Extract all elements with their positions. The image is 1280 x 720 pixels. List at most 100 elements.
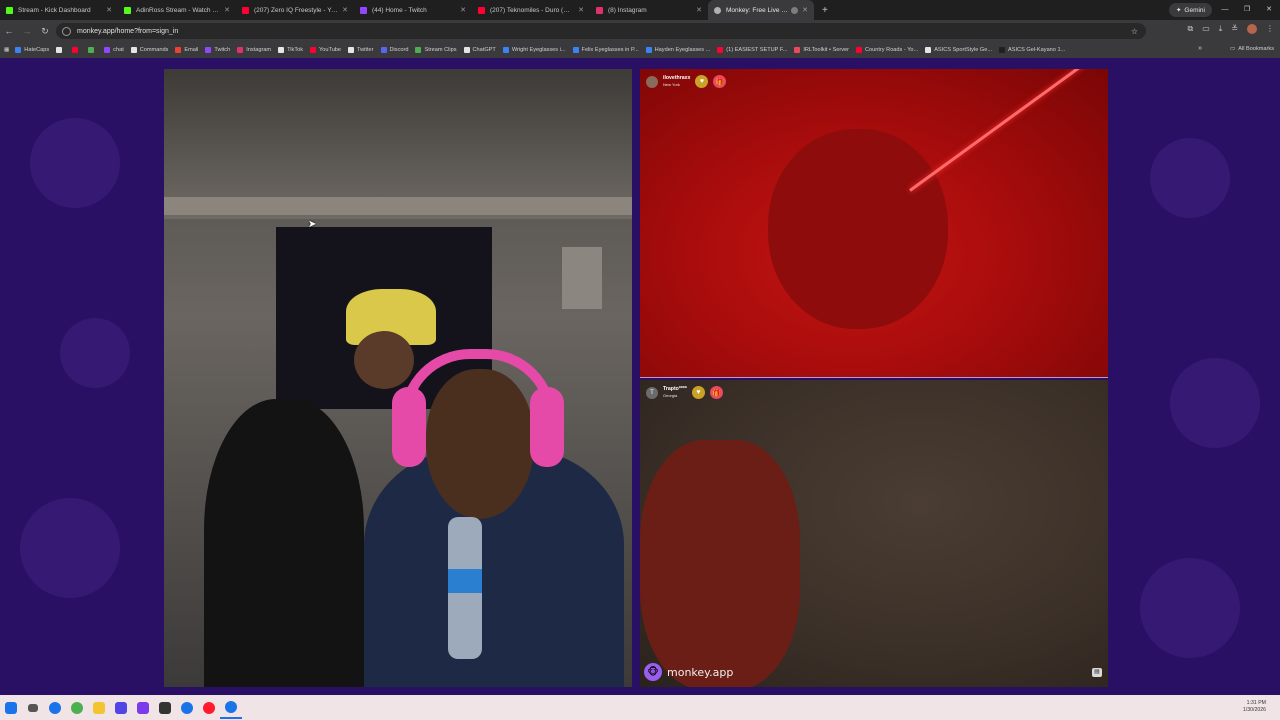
tab-close-icon[interactable]: ✕ [106,6,112,14]
bookmark-item[interactable]: Stream Clips [415,47,457,53]
video-person-background [204,399,364,687]
bookmark-item[interactable]: Instagram [237,47,271,53]
bookmark-item[interactable]: Wright Eyeglasses i... [502,47,566,53]
twitch-favicon-icon [360,6,367,14]
split-view-icon[interactable]: ▭ [1202,24,1210,34]
gift-icon[interactable]: 🎁 [709,386,723,399]
youtube-favicon-icon [72,47,79,53]
gift-icon[interactable]: 🎁 [713,75,727,88]
bookmark-favicon-icon [502,47,509,53]
monkey-favicon-icon [714,6,721,14]
address-bar[interactable]: monkey.app/home?from=sign_in ☆ [56,23,1146,39]
bookmark-item[interactable]: Discord [380,47,408,53]
bookmark-item[interactable] [56,47,65,53]
bookmark-item[interactable]: Felix Eyeglasses in P... [572,47,639,53]
forward-button[interactable]: → [18,26,36,36]
bookmark-item[interactable]: (1) EASIEST SETUP F... [717,47,787,53]
windows-start-icon[interactable] [0,697,22,719]
background-pattern [1170,358,1260,448]
browser-tab[interactable]: (44) Home - Twitch ✕ [354,0,472,20]
bookmark-item[interactable]: Hayden Eyeglasses ... [645,47,710,53]
report-icon[interactable]: ▤ [1092,668,1102,677]
bookmark-item[interactable]: Twitch [205,47,230,53]
close-window-button[interactable]: ✕ [1258,0,1280,20]
tab-title: (207) Zero IQ Freestyle - YouTu [254,6,339,14]
video-tapestry-art [354,331,414,389]
background-pattern [1150,138,1230,218]
tab-close-icon[interactable]: ✕ [696,6,702,14]
bookmark-favicon-icon [999,47,1006,53]
bookmark-item[interactable]: Twitter [348,47,374,53]
app-icon[interactable] [154,697,176,719]
chrome-profile-icon[interactable] [66,697,88,719]
bookmarks-overflow-button[interactable]: » [1198,45,1202,52]
minimize-button[interactable]: — [1214,0,1236,20]
tab-title: (44) Home - Twitch [372,6,427,14]
bookmark-favicon-icon [415,47,422,53]
chrome-icon[interactable] [44,697,66,719]
water-bottle-label [448,569,482,593]
browser-tab[interactable]: (207) Teknomiles - Duro (Offici ✕ [472,0,590,20]
restore-button[interactable]: ❐ [1236,0,1258,20]
chrome-active-icon[interactable] [220,697,242,719]
new-tab-button[interactable]: + [822,5,828,16]
participant-avatar[interactable] [646,75,658,88]
reload-button[interactable]: ↻ [36,26,54,37]
headphones-cup [392,387,426,467]
tab-close-icon[interactable]: ✕ [224,6,230,14]
bookmark-item[interactable]: Email [175,47,198,53]
bookmark-item[interactable]: Country Roads - Yo... [856,47,918,53]
heart-icon[interactable]: ♥ [695,75,709,88]
tab-title: AdinRoss Stream - Watch Live o [136,6,220,14]
bookmark-item[interactable] [72,47,81,53]
opera-icon[interactable] [198,697,220,719]
bookmark-item[interactable]: ASICS Gel-Kayano 1... [999,47,1065,53]
participant-avatar[interactable]: T [646,386,658,399]
browser-tab[interactable]: Stream - Kick Dashboard ✕ [0,0,118,20]
bookmark-item[interactable]: ASICS SportStyle Ge... [925,47,992,53]
extensions-icon[interactable]: ⧉ [1187,24,1193,34]
toolbar-actions: ⧉ ▭ ⤓ ≚ ⋮ [1187,24,1274,34]
tab-search-icon[interactable]: ≚ [1231,24,1238,34]
bookmark-item[interactable] [88,47,97,53]
all-bookmarks-button[interactable]: ▭ All Bookmarks [1230,46,1274,52]
bookmark-item[interactable]: HateCaps [15,47,49,53]
url-text[interactable]: monkey.app/home?from=sign_in [77,28,178,35]
app-icon[interactable] [132,697,154,719]
apps-grid-icon[interactable]: ▦ [4,47,9,53]
video-person-head [426,369,534,519]
bookmark-item[interactable]: TikTok [278,47,303,53]
browser-tab[interactable]: (8) Instagram ✕ [590,0,708,20]
browser-tab-active[interactable]: Monkey: Free Live Video C ✕ [708,0,814,20]
heart-icon[interactable]: ♥ [691,386,705,399]
tiktok-favicon-icon [278,47,285,53]
browser-tab[interactable]: (207) Zero IQ Freestyle - YouTu ✕ [236,0,354,20]
bookmark-item[interactable]: ChatGPT [463,47,496,53]
gemini-button[interactable]: ✦ Gemini [1168,3,1212,17]
monkey-logo-icon: 🐵 [644,663,662,681]
youtube-favicon-icon [478,6,485,14]
tab-title: (8) Instagram [608,6,647,14]
tab-close-icon[interactable]: ✕ [460,6,466,14]
browser-tab[interactable]: AdinRoss Stream - Watch Live o ✕ [118,0,236,20]
tab-close-icon[interactable]: ✕ [342,6,348,14]
bookmark-item[interactable]: chat [104,47,124,53]
profile-avatar[interactable] [1247,24,1257,34]
bookmark-star-icon[interactable]: ☆ [1131,27,1138,36]
bookmark-item[interactable]: Commands [130,47,168,53]
site-info-icon[interactable] [62,26,71,36]
tab-close-icon[interactable]: ✕ [578,6,584,14]
monkey-brand: 🐵 monkey.app [644,663,733,681]
file-explorer-icon[interactable] [88,697,110,719]
back-button[interactable]: ← [0,26,18,36]
bookmark-item[interactable]: YouTube [310,47,341,53]
bookmark-item[interactable]: IRLToolkit • Server [794,47,849,53]
chrome-icon[interactable] [176,697,198,719]
menu-icon[interactable]: ⋮ [1266,24,1274,34]
system-clock[interactable]: 1:31 PM 1/30/2026 [1243,700,1266,714]
download-icon[interactable]: ⤓ [1219,24,1223,34]
app-grid-icon[interactable] [110,697,132,719]
gemini-sparkle-icon: ✦ [1175,7,1182,14]
task-view-icon[interactable] [22,697,44,719]
tab-close-icon[interactable]: ✕ [802,6,808,14]
